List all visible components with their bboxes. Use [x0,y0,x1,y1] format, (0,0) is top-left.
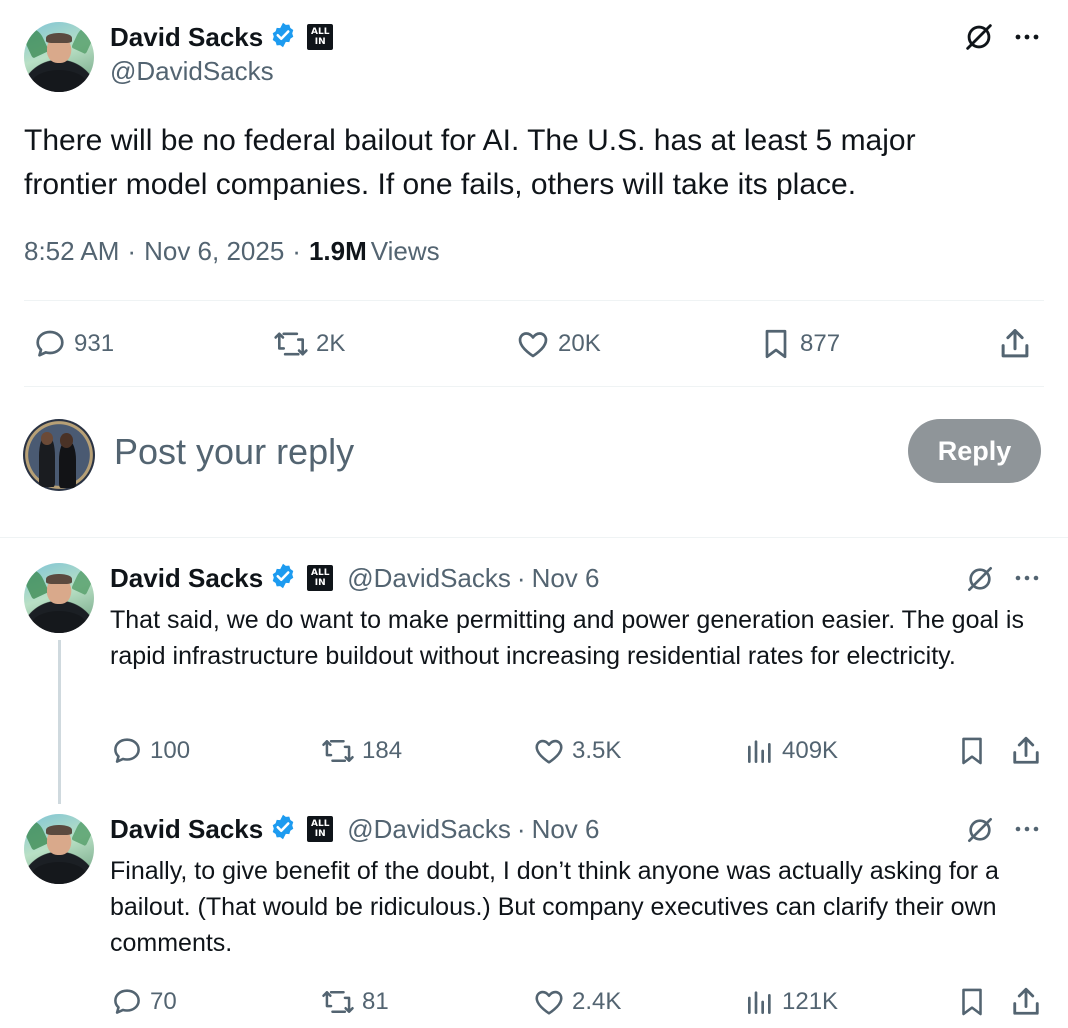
post-text: There will be no federal bailout for AI.… [24,124,916,201]
author-name[interactable]: David Sacks [110,563,263,594]
repost-count: 184 [362,737,403,764]
reply-count: 70 [150,988,177,1015]
verified-badge-icon[interactable] [269,813,297,846]
grok-icon[interactable] [964,814,996,851]
verified-badge-icon[interactable] [269,21,297,54]
repost-action[interactable]: 2K [272,326,345,362]
meta-separator: · [292,236,301,266]
more-options-icon[interactable] [1012,566,1042,595]
heart-icon [518,332,548,358]
reply-count: 931 [74,330,115,357]
repost-icon [322,991,354,1013]
reply-icon [114,989,140,1014]
author-avatar[interactable] [24,22,94,92]
author-handle[interactable]: @DavidSacks [347,814,511,845]
thread-connector-line [58,640,61,804]
author-avatar[interactable] [24,814,94,884]
verified-badge-icon[interactable] [269,562,297,595]
more-options-icon[interactable] [1012,24,1042,55]
repost-count: 81 [362,988,389,1015]
reply-input[interactable]: Post your reply [114,431,354,473]
author-name[interactable]: David Sacks [110,22,263,53]
grok-icon[interactable] [962,20,996,59]
views-action[interactable]: 409K [744,734,838,768]
divider [24,386,1044,387]
more-options-icon[interactable] [1012,817,1042,846]
heart-icon [535,739,563,764]
meta-separator: · [516,813,526,844]
divider [24,300,1044,301]
meta-separator: · [127,236,137,266]
grok-icon[interactable] [964,563,996,600]
reply-action[interactable]: 931 [32,326,114,362]
repost-action[interactable]: 81 [320,985,389,1019]
reply-header: David Sacks ALL IN @DavidSacks · Nov 6 [110,811,599,847]
reply-date[interactable]: Nov 6 [532,814,600,845]
reply-date[interactable]: Nov 6 [532,563,600,594]
post-date[interactable]: Nov 6, 2025 [144,236,284,267]
author-handle[interactable]: @DavidSacks [347,563,511,594]
author-handle[interactable]: @DavidSacks [110,56,274,87]
bookmark-icon [765,329,787,359]
like-count: 2.4K [572,988,622,1015]
author-avatar[interactable] [24,563,94,633]
all-in-badge[interactable]: ALL IN [307,816,334,842]
share-icon[interactable] [996,325,1034,368]
all-in-badge[interactable]: ALL IN [307,565,334,591]
share-icon[interactable] [1008,984,1044,1025]
repost-icon [274,332,308,356]
like-count: 20K [558,330,601,357]
bookmark-action[interactable]: 877 [758,326,840,362]
bookmark-icon[interactable] [955,985,989,1024]
repost-count: 2K [316,330,346,357]
repost-icon [322,740,354,762]
post-time[interactable]: 8:52 AM [24,236,119,267]
bookmark-count: 877 [800,330,841,357]
meta-separator: · [516,562,526,593]
views-action[interactable]: 121K [744,985,838,1019]
reply-action[interactable]: 70 [110,985,177,1019]
like-action[interactable]: 20K [514,326,601,362]
all-in-badge[interactable]: ALL IN [307,24,334,50]
views-count: 121K [782,988,839,1015]
author-name[interactable]: David Sacks [110,814,263,845]
post-meta: 8:52 AM · Nov 6, 2025 · 1.9M Views [24,236,440,267]
heart-icon [535,990,563,1015]
repost-action[interactable]: 184 [320,734,402,768]
bookmark-icon[interactable] [955,734,989,773]
reply-header: David Sacks ALL IN @DavidSacks · Nov 6 [110,560,599,596]
reply-count: 100 [150,737,191,764]
reply-text: Finally, to give benefit of the doubt, I… [110,857,999,957]
reply-button[interactable]: Reply [908,419,1041,483]
reply-action[interactable]: 100 [110,734,190,768]
reply-text: That said, we do want to make permitting… [110,606,1024,670]
like-action[interactable]: 3.5K [532,734,621,768]
views-count: 1.9M [308,236,367,266]
current-user-avatar[interactable] [23,419,95,491]
analytics-icon [748,991,771,1014]
author-name-row: David Sacks ALL IN [110,18,334,56]
reply-icon [36,330,64,357]
divider [0,537,1068,538]
share-icon[interactable] [1008,733,1044,774]
views-count: 409K [782,737,839,764]
reply-icon [114,738,140,763]
analytics-icon [748,740,771,763]
like-count: 3.5K [572,737,622,764]
like-action[interactable]: 2.4K [532,985,621,1019]
views-label: Views [370,236,440,266]
